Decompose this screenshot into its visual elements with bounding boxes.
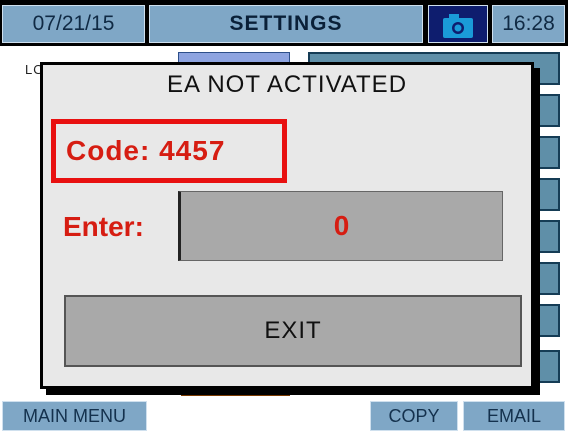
page-title: SETTINGS	[149, 5, 423, 43]
copy-button[interactable]: COPY	[370, 401, 458, 431]
activation-code-box: Code: 4457	[51, 119, 287, 183]
date-display: 07/21/15	[2, 5, 145, 43]
activation-dialog: EA NOT ACTIVATED Code: 4457 Enter: 0 EXI…	[40, 62, 534, 389]
hmi-screen: 07/21/15 SETTINGS 16:28 LO LIMTS OF MODE…	[0, 0, 568, 431]
time-display: 16:28	[492, 5, 565, 43]
camera-icon	[443, 14, 473, 38]
dialog-title: EA NOT ACTIVATED	[166, 71, 408, 98]
enter-code-field[interactable]: 0	[178, 191, 503, 261]
exit-button[interactable]: EXIT	[64, 295, 522, 367]
email-button[interactable]: EMAIL	[463, 401, 565, 431]
activation-code: Code: 4457	[66, 135, 226, 166]
enter-label: Enter:	[63, 211, 144, 242]
camera-button[interactable]	[428, 5, 488, 43]
header-bar: 07/21/15 SETTINGS 16:28	[0, 0, 568, 46]
main-menu-button[interactable]: MAIN MENU	[2, 401, 147, 431]
